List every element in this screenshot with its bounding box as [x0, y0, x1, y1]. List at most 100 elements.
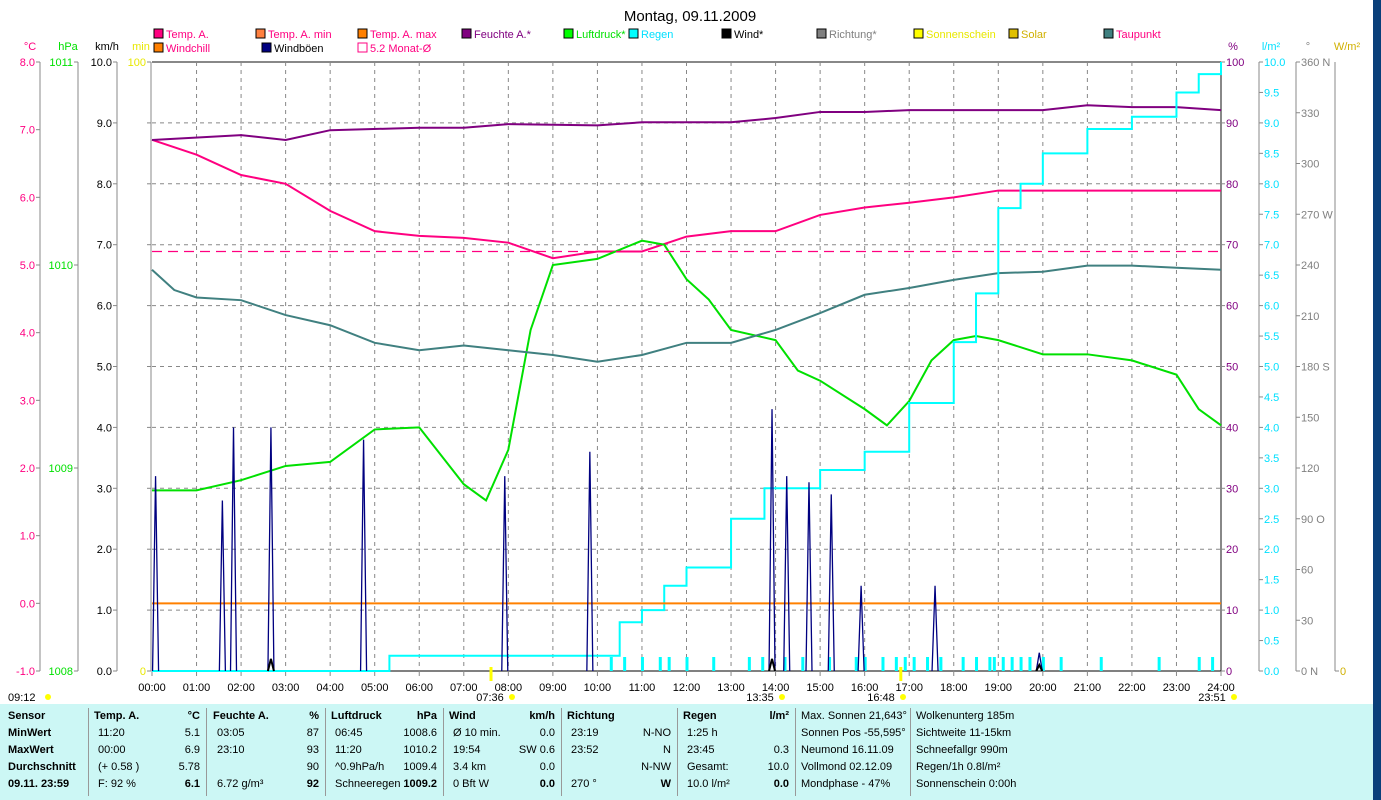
chart-title: Montag, 09.11.2009	[624, 8, 756, 25]
column-misc: Wolkenunterg 185m Sichtweite 11-15km Schne…	[910, 708, 1110, 796]
table-row: 23:45 0.3	[677, 742, 795, 759]
legend-label: Luftdruck*	[576, 29, 626, 41]
table-cell: 1010.2	[403, 744, 437, 756]
table-row: MinWert	[0, 725, 88, 742]
rain-event-mark	[894, 657, 898, 671]
table-cell: 0.0	[539, 761, 555, 773]
time-label: 07:00	[450, 682, 478, 694]
table-row: F: 92 % 6.1	[88, 776, 206, 793]
table-row: ^0.9hPa/h 1009.4	[325, 759, 443, 776]
table-row: N-NW	[561, 759, 677, 776]
axis-tick-label: 10.0	[91, 57, 112, 69]
time-label: 22:00	[1118, 682, 1146, 694]
column-astro: Max. Sonnen 21,643° Sonnen Pos -55,595° Ne…	[795, 708, 911, 796]
rain-event-mark	[926, 657, 930, 671]
legend-label: Richtung*	[829, 29, 877, 41]
table-cell: 90	[306, 761, 319, 773]
table-cell: MaxWert	[8, 744, 54, 756]
time-label: 13:00	[717, 682, 745, 694]
series-windb-en-spike	[783, 476, 791, 672]
axis-tick-label: 8.0	[1264, 179, 1279, 191]
table-cell: Sensor	[8, 710, 46, 722]
rain-event-mark	[761, 657, 765, 671]
table-cell: Ø 10 min.	[453, 727, 501, 739]
table-cell: Wolkenunterg 185m	[916, 710, 1015, 722]
table-cell: 0.0	[539, 727, 555, 739]
rain-event-mark	[667, 657, 671, 671]
sun-marker-time: 07:36	[476, 692, 504, 704]
table-cell: 1009.4	[403, 761, 437, 773]
table-cell: 1:25 h	[687, 727, 718, 739]
time-label: 09:00	[539, 682, 567, 694]
time-label: 02:00	[227, 682, 255, 694]
rain-event-mark	[961, 657, 965, 671]
table-row: 1:25 h	[677, 725, 795, 742]
table-cell: 87	[306, 727, 319, 739]
table-row: (+ 0.58 ) 5.78	[88, 759, 206, 776]
axis-tick-label: 1.0	[20, 531, 35, 543]
legend-swatch	[1008, 28, 1019, 39]
column-regen: Regen l/m² 1:25 h 23:45 0.3 Gesamt: 10.0 10.0 l…	[677, 708, 796, 796]
legend-label: Sonnenschein	[926, 29, 996, 41]
time-label: 12:00	[673, 682, 701, 694]
axis-tick-label: 9.0	[97, 118, 112, 130]
table-row: Neumond 16.11.09	[795, 742, 910, 759]
axis-unit: %	[1228, 41, 1238, 53]
axis-unit: l/m²	[1262, 41, 1281, 53]
axis-tick-label: 1011	[49, 57, 73, 69]
axis-tick-label: 10	[1226, 605, 1238, 617]
legend-label: Solar	[1021, 29, 1047, 41]
series-luftdruck-line	[152, 239, 1222, 503]
rain-event-mark	[1157, 657, 1161, 671]
rain-event-mark	[1001, 657, 1005, 671]
axis-unit: °C	[24, 41, 36, 53]
axis-tick-label: 330	[1301, 108, 1319, 120]
table-cell: Gesamt:	[687, 761, 729, 773]
summary-table: Sensor MinWert MaxWert Durchschnitt 09.11. 2…	[0, 704, 1373, 800]
table-row: 11:20 5.1	[88, 725, 206, 742]
table-cell: 03:05	[217, 727, 245, 739]
axis-tick-label: 90	[1226, 118, 1238, 130]
axis-tick-label: 0.0	[97, 666, 112, 678]
table-cell: 5.78	[178, 761, 200, 773]
window-edge	[1373, 0, 1381, 800]
table-cell: 0 Bft W	[453, 778, 490, 790]
series-windb-en-spike	[218, 500, 227, 672]
axis-tick-label: 6.0	[1264, 301, 1279, 313]
axis-tick-label: 5.0	[97, 362, 112, 374]
sunshine-mark	[489, 667, 493, 681]
axis-tick-label: 0	[1226, 666, 1232, 678]
legend: Temp. A. Temp. A. min Temp. A. max Feuchte …	[153, 28, 1161, 55]
series-windb-en-spike	[267, 427, 275, 672]
series-windb-en-spike	[501, 476, 509, 672]
table-cell: Wind	[449, 710, 476, 722]
table-cell: 0.0	[539, 778, 555, 790]
table-cell: Regen	[683, 710, 717, 722]
table-row: Luftdruck hPa	[325, 708, 443, 725]
legend-swatch	[461, 28, 472, 39]
table-row: 90	[207, 759, 325, 776]
sunshine-mark	[899, 667, 903, 681]
table-row: 10.0 l/m² 0.0	[677, 776, 795, 793]
table-row: 6.72 g/m³ 92	[207, 776, 325, 793]
series-windb-en-spike	[857, 585, 865, 672]
column-luftdruck: Luftdruck hPa 06:45 1008.6 11:20 1010.2 ^0.9hP…	[325, 708, 444, 796]
legend-swatch	[721, 28, 732, 39]
axis-tick-label: 40	[1226, 422, 1238, 434]
column-temp: Temp. A. °C 11:20 5.1 00:00 6.9 (+ 0.58 ) 5.78 F…	[88, 708, 207, 796]
axis-tick-label: 4.0	[1264, 422, 1279, 434]
legend-swatch	[1103, 28, 1114, 39]
legend-swatch	[816, 28, 827, 39]
axis-tick-label: 50	[1226, 362, 1238, 374]
legend-label: Temp. A. min	[268, 29, 332, 41]
column-feuchte: Feuchte A.% 03:05 87 23:10 93 90 6.72 g/m³ 92	[207, 708, 326, 796]
axis-tick-label: 4.0	[20, 328, 35, 340]
axes: °C8.07.06.05.04.03.02.01.00.0-1.0hPa1011…	[8, 41, 1360, 704]
rain-event-mark	[1099, 657, 1103, 671]
table-row: Ø 10 min. 0.0	[443, 725, 561, 742]
axis-tick-label: 20	[1226, 544, 1238, 556]
legend-swatch	[153, 42, 164, 53]
legend-label: Regen	[641, 29, 673, 41]
axis-tick-label: 0.5	[1264, 636, 1279, 648]
column-wind: Wind km/h Ø 10 min. 0.0 19:54 SW 0.6 3.4 km 0.0…	[443, 708, 562, 796]
